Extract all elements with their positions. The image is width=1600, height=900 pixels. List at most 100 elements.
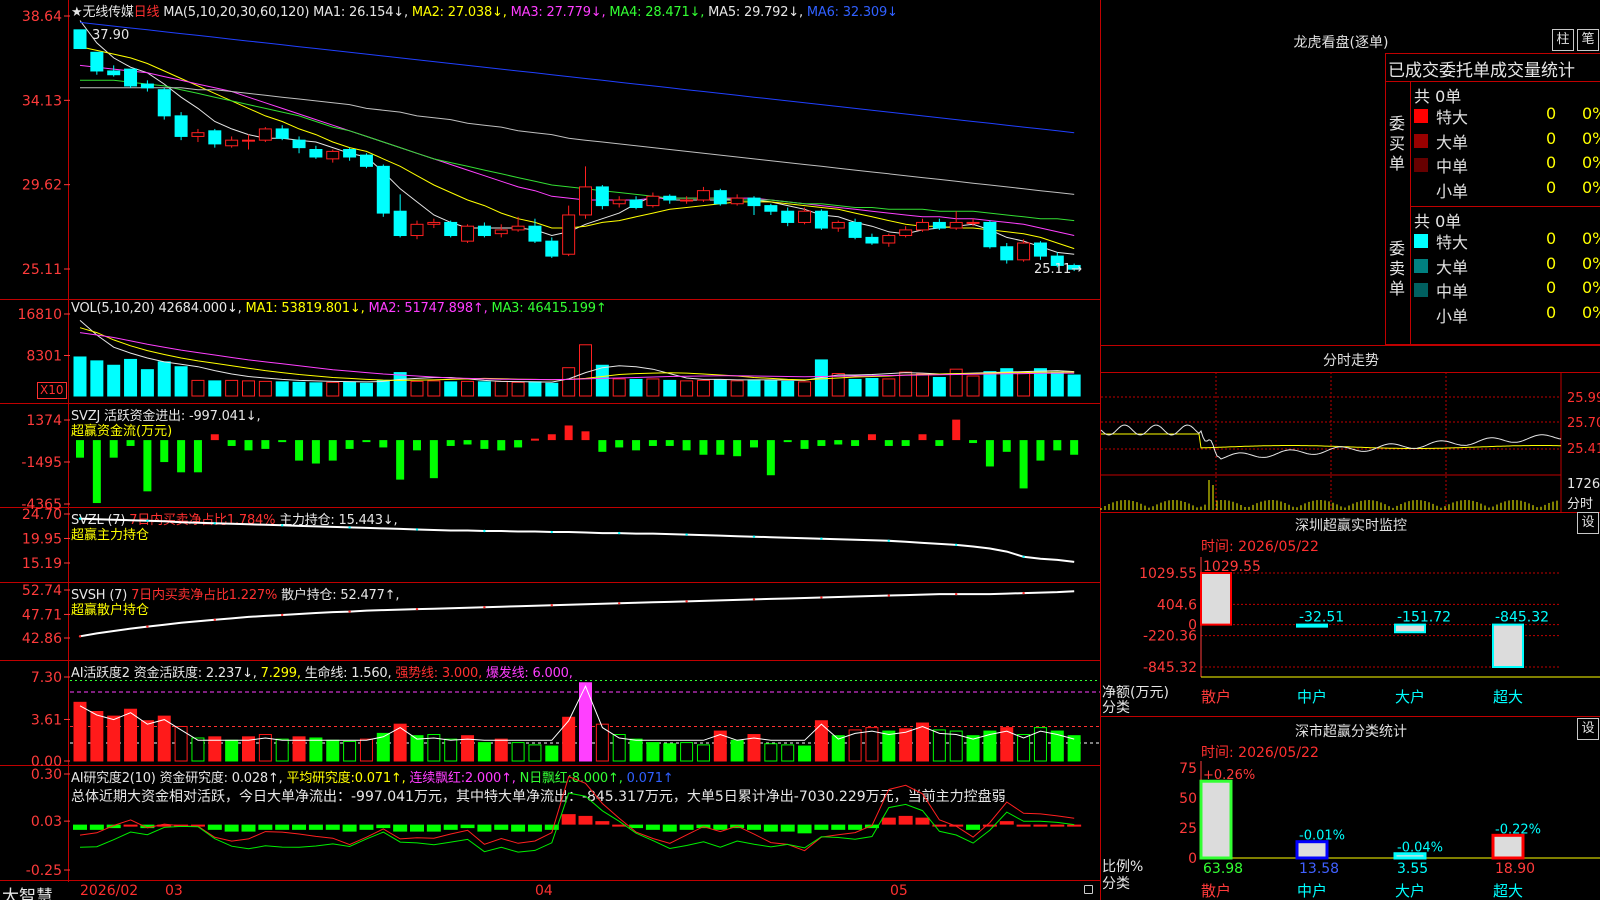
sell-row-name: 中单	[1436, 282, 1469, 301]
ai-research-bar	[999, 821, 1014, 825]
candle-body	[461, 225, 475, 242]
candle-body	[932, 221, 946, 229]
vol-bar	[882, 378, 896, 397]
ai-research-panel[interactable]: AI研究度2(10) 资金研究度: 0.028↑, 平均研究度:0.071↑, …	[0, 766, 1100, 882]
sell-row-v: 0	[1546, 278, 1557, 297]
svsh-chart[interactable]: 52.74 47.71 42.86	[0, 583, 1100, 661]
candle-body	[612, 199, 626, 205]
high-note: 37.90	[92, 28, 130, 43]
kline-panel[interactable]: ★无线传媒日线 MA(5,10,20,30,60,120) MA1: 26.15…	[0, 0, 1100, 300]
sell-row-name: 特大	[1436, 233, 1469, 252]
ai-active-bar	[343, 740, 357, 762]
svzj-bar	[750, 440, 758, 448]
monitor-bar	[1394, 623, 1426, 634]
svsh-svg-dot	[685, 600, 688, 603]
ai-active-bar	[814, 720, 828, 762]
candle-body	[191, 132, 205, 137]
ai-research-bar	[679, 824, 694, 830]
svzj-bar	[1002, 440, 1011, 452]
svsh-panel[interactable]: SVSH (7) 7日内买卖净占比1.227% 散户持仓: 52.477↑, 超…	[0, 583, 1100, 661]
ai-research-bar	[1050, 824, 1065, 827]
vol-bar	[983, 371, 997, 397]
kline-y-label-3: 25.11	[22, 262, 62, 278]
classify-bar	[1199, 779, 1233, 860]
svzl-svg-dot	[752, 535, 756, 538]
svzl-svg-dot	[955, 543, 958, 547]
ai-active-chart[interactable]: 7.303.610.00	[0, 661, 1100, 770]
ai-active-bar	[646, 742, 660, 762]
lock-icon[interactable]	[1084, 885, 1093, 894]
vol-bar	[376, 379, 390, 397]
vol-bar	[865, 377, 879, 397]
svzj-panel[interactable]: SVZJ 活跃资金进出: -997.041↓, 超赢资金流(万元) 1374 -1…	[0, 404, 1100, 513]
monitor-chart[interactable]: 1029.55404.60-220.36-845.321029.55散户-32.…	[1101, 512, 1600, 712]
classify-top-label: +0.26%	[1203, 768, 1255, 783]
candle-body	[477, 225, 491, 237]
buy-row-v: 0	[1546, 153, 1557, 172]
svzl-svg-dot	[1022, 555, 1025, 558]
ai-research-bar	[207, 824, 222, 830]
candle-body	[1017, 242, 1031, 261]
monitor-bar	[1200, 572, 1232, 626]
ai-research-bar	[831, 824, 846, 830]
svzj-bar	[884, 440, 893, 446]
vol-bar	[747, 379, 761, 397]
ai-research-bar	[494, 824, 509, 830]
ai-research-bar	[410, 824, 424, 832]
candle-body	[646, 195, 660, 207]
svzj-bar	[362, 440, 371, 443]
ai-active-panel[interactable]: AI活跃度2 资金活跃度: 2.237↓, 7.299, 生命线: 1.560,…	[0, 661, 1100, 770]
buy-row-v: 0	[1546, 104, 1557, 123]
svzj-y-label-1: -1495	[21, 455, 62, 471]
vol-bar	[73, 356, 87, 397]
ai-research-chart[interactable]: 0.30 0.03 -0.25	[0, 766, 1100, 882]
candle-body	[275, 128, 289, 139]
ai-active-bar	[174, 725, 188, 762]
svzl-chart[interactable]: 24.70 19.95 15.19	[0, 507, 1100, 583]
svsh-svg-dot	[955, 592, 958, 596]
svzj-bar	[295, 440, 304, 461]
ai-active-bar	[629, 738, 643, 762]
svzj-bar	[227, 440, 236, 446]
volume-chart[interactable]: 16810 8301	[0, 300, 1100, 404]
svsh-svg-dot	[78, 635, 82, 638]
svsh-svg-dot	[1022, 591, 1025, 595]
candle-body	[444, 221, 458, 237]
svzj-bar	[935, 440, 944, 446]
svzl-svg-dot	[483, 529, 486, 533]
candle-body	[629, 199, 643, 208]
svzj-bar	[901, 440, 910, 446]
svzl-svg-y-label-0: 24.70	[22, 507, 62, 523]
svzj-bar	[76, 440, 84, 458]
vol-bar	[612, 378, 626, 397]
ai-active-bar	[730, 739, 744, 762]
volume-panel[interactable]: VOL(5,10,20) 42684.000↓, MA1: 53819.801↓…	[0, 300, 1100, 404]
candle-body	[124, 68, 138, 87]
ai-research-bar	[443, 824, 458, 830]
svzl-svg-y-label-2: 15.19	[22, 556, 62, 572]
sell-row-v: 0	[1546, 229, 1557, 248]
ai-active-bar	[781, 744, 795, 762]
stroke-view-button[interactable]: 笔	[1577, 29, 1599, 51]
ai-research-bar	[578, 815, 593, 825]
ma-line-4	[80, 79, 1075, 222]
x-label-may: 05	[890, 883, 908, 899]
classify-chart[interactable]: 75 50 25 0 +0.26% 63.98 散户 -0.01% 13.58 中户 -0.04% 3…	[1101, 716, 1600, 900]
classify-cat-label: 散户	[1201, 882, 1231, 900]
monitor-y-label-4: -845.32	[1143, 660, 1197, 676]
vol-y-label-0: 16810	[17, 307, 62, 323]
ai-active-bar	[107, 715, 121, 762]
svzl-panel[interactable]: SVZL (7) 7日内买卖净占比1.784% 主力持仓: 15.443↓, 超…	[0, 507, 1100, 583]
candle-body	[292, 139, 306, 149]
kline-chart[interactable]: 38.64 34.13 29.62 25.11	[0, 0, 1100, 300]
ai-research-bar	[241, 824, 256, 832]
buy-row-v: 0	[1546, 177, 1557, 197]
column-view-button[interactable]: 柱	[1552, 29, 1574, 51]
candle-body	[781, 210, 795, 223]
svzj-chart[interactable]: 1374-1495-4365	[0, 404, 1100, 513]
vol-bar	[545, 382, 559, 397]
candle-body	[983, 221, 997, 248]
intraday-chart[interactable]	[1100, 372, 1600, 512]
ma-line-6	[79, 21, 1075, 134]
svsh-svg-dot	[281, 613, 284, 617]
